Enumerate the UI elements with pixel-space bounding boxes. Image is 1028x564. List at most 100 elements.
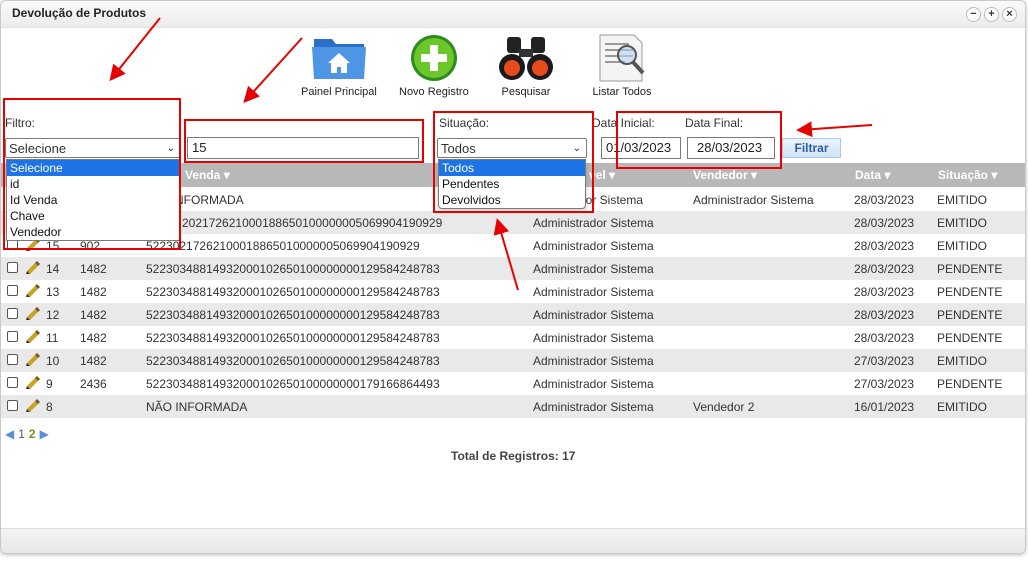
edit-icon[interactable] xyxy=(25,397,41,416)
cell-data: 28/03/2023 xyxy=(854,331,915,345)
edit-icon[interactable] xyxy=(25,282,41,301)
cell-situacao: PENDENTE xyxy=(937,308,1003,322)
cell-chave: NÃO INFORMADA xyxy=(146,400,248,414)
cell-vendedor: Administrador Sistema xyxy=(693,193,814,207)
table-row[interactable]: 12 1482 52230348814932000102650100000000… xyxy=(1,303,1025,326)
table-row[interactable]: 14 1482 52230348814932000102650100000000… xyxy=(1,257,1025,280)
filtro-option-id-venda[interactable]: Id Venda xyxy=(7,192,179,208)
column-venda[interactable]: Venda ▾ xyxy=(185,168,230,182)
table-row[interactable]: 8 NÃO INFORMADA Administrador Sistema Ve… xyxy=(1,395,1025,418)
cell-venda: 902 xyxy=(80,239,101,253)
situacao-label: Situação: xyxy=(439,116,490,130)
cell-id: 9 xyxy=(46,377,53,391)
cell-data: 28/03/2023 xyxy=(854,308,915,322)
cell-data: 27/03/2023 xyxy=(854,377,915,391)
cell-responsavel: Administrador Sistema xyxy=(533,308,654,322)
cell-chave: 5223021726210001886501000000506990419092… xyxy=(146,239,420,253)
cell-chave: 5223034881493200010265010000000012958424… xyxy=(146,285,440,299)
situacao-option-pendentes[interactable]: Pendentes xyxy=(439,176,585,192)
table-row[interactable]: 10 1482 52230348814932000102650100000000… xyxy=(1,349,1025,372)
row-checkbox[interactable] xyxy=(7,354,18,365)
table-row[interactable]: 11 1482 52230348814932000102650100000000… xyxy=(1,326,1025,349)
cell-data: 28/03/2023 xyxy=(854,239,915,253)
row-checkbox[interactable] xyxy=(7,331,18,342)
close-button[interactable]: × xyxy=(1002,7,1017,22)
prev-page-icon[interactable]: ◀ xyxy=(5,427,14,441)
filtro-text-input[interactable]: 15 xyxy=(187,137,419,159)
edit-icon[interactable] xyxy=(25,351,41,370)
filtro-option-selecione[interactable]: Selecione xyxy=(7,160,179,176)
chevron-down-icon: ⌄ xyxy=(166,143,175,154)
situacao-option-devolvidos[interactable]: Devolvidos xyxy=(439,192,585,208)
edit-icon[interactable] xyxy=(25,328,41,347)
next-page-icon[interactable]: ▶ xyxy=(40,427,49,441)
filtro-option-chave[interactable]: Chave xyxy=(7,208,179,224)
maximize-button[interactable]: + xyxy=(984,7,999,22)
painel-principal-button[interactable]: Painel Principal xyxy=(301,33,377,98)
table-row[interactable]: 13 1482 52230348814932000102650100000000… xyxy=(1,280,1025,303)
edit-icon[interactable] xyxy=(25,305,41,324)
cell-situacao: PENDENTE xyxy=(937,285,1003,299)
cell-responsavel: Administrador Sistema xyxy=(533,354,654,368)
row-checkbox[interactable] xyxy=(7,377,18,388)
binoculars-icon xyxy=(499,37,553,80)
row-checkbox[interactable] xyxy=(7,285,18,296)
pesquisar-button[interactable]: Pesquisar xyxy=(495,33,557,98)
novo-registro-button[interactable]: Novo Registro xyxy=(399,33,469,98)
cell-venda: 1482 xyxy=(80,354,107,368)
cell-situacao: PENDENTE xyxy=(937,377,1003,391)
filtrar-button[interactable]: Filtrar xyxy=(782,138,841,158)
row-checkbox[interactable] xyxy=(7,262,18,273)
cell-venda: 1482 xyxy=(80,331,107,345)
minimize-button[interactable]: − xyxy=(966,7,981,22)
edit-icon[interactable] xyxy=(25,374,41,393)
page-1[interactable]: 1 xyxy=(18,427,25,441)
pesquisar-label: Pesquisar xyxy=(501,86,551,98)
filtro-option-id[interactable]: id xyxy=(7,176,179,192)
cell-id: 8 xyxy=(46,400,53,414)
home-folder-icon xyxy=(311,39,366,79)
cell-chave: 5223034881493200010265010000000012958424… xyxy=(146,262,440,276)
filtro-select[interactable]: Selecione ⌄ xyxy=(5,138,181,158)
cell-data: 27/03/2023 xyxy=(854,354,915,368)
filtro-dropdown: Selecione id Id Venda Chave Vendedor xyxy=(6,159,180,241)
column-responsavel[interactable]: vel ▾ xyxy=(589,168,615,182)
row-checkbox[interactable] xyxy=(7,400,18,411)
cell-data: 28/03/2023 xyxy=(854,216,915,230)
situacao-select[interactable]: Todos ⌄ xyxy=(437,138,587,158)
data-inicial-label: Data Inicial: xyxy=(592,116,655,130)
cell-id: 15 xyxy=(46,239,60,253)
cell-situacao: PENDENTE xyxy=(937,262,1003,276)
cell-data: 28/03/2023 xyxy=(854,262,915,276)
cell-chave: NFORMADA xyxy=(175,193,244,207)
column-situacao[interactable]: Situação ▾ xyxy=(938,168,997,182)
window-footer xyxy=(1,528,1025,553)
filtro-selected-value: Selecione xyxy=(9,141,67,156)
cell-situacao: EMITIDO xyxy=(937,193,987,207)
cell-data: 28/03/2023 xyxy=(854,285,915,299)
filtro-option-vendedor[interactable]: Vendedor xyxy=(7,224,179,240)
situacao-selected-value: Todos xyxy=(441,141,476,156)
column-vendedor[interactable]: Vendedor ▾ xyxy=(693,168,757,182)
edit-icon[interactable] xyxy=(25,259,41,278)
column-data[interactable]: Data ▾ xyxy=(855,168,890,182)
cell-chave: 5223034881493200010265010000000012958424… xyxy=(146,331,440,345)
cell-responsavel: Administrador Sistema xyxy=(533,262,654,276)
table-row[interactable]: 9 2436 522303488149320001026501000000001… xyxy=(1,372,1025,395)
data-final-input[interactable]: 28/03/2023 xyxy=(687,137,775,159)
situacao-option-todos[interactable]: Todos xyxy=(439,160,585,176)
data-final-label: Data Final: xyxy=(685,116,744,130)
data-inicial-input[interactable]: 01/03/2023 xyxy=(601,137,681,159)
cell-situacao: EMITIDO xyxy=(937,239,987,253)
cell-responsavel: Administrador Sistema xyxy=(533,216,654,230)
row-checkbox[interactable] xyxy=(7,308,18,319)
cell-situacao: EMITIDO xyxy=(937,400,987,414)
cell-id: 10 xyxy=(46,354,60,368)
listar-todos-button[interactable]: Listar Todos xyxy=(591,33,653,98)
page-2[interactable]: 2 xyxy=(29,427,36,441)
cell-situacao: EMITIDO xyxy=(937,354,987,368)
cell-responsavel: Administrador Sistema xyxy=(533,377,654,391)
cell-situacao: PENDENTE xyxy=(937,331,1003,345)
cell-situacao: EMITIDO xyxy=(937,216,987,230)
cell-responsavel: dor Sistema xyxy=(579,193,644,207)
